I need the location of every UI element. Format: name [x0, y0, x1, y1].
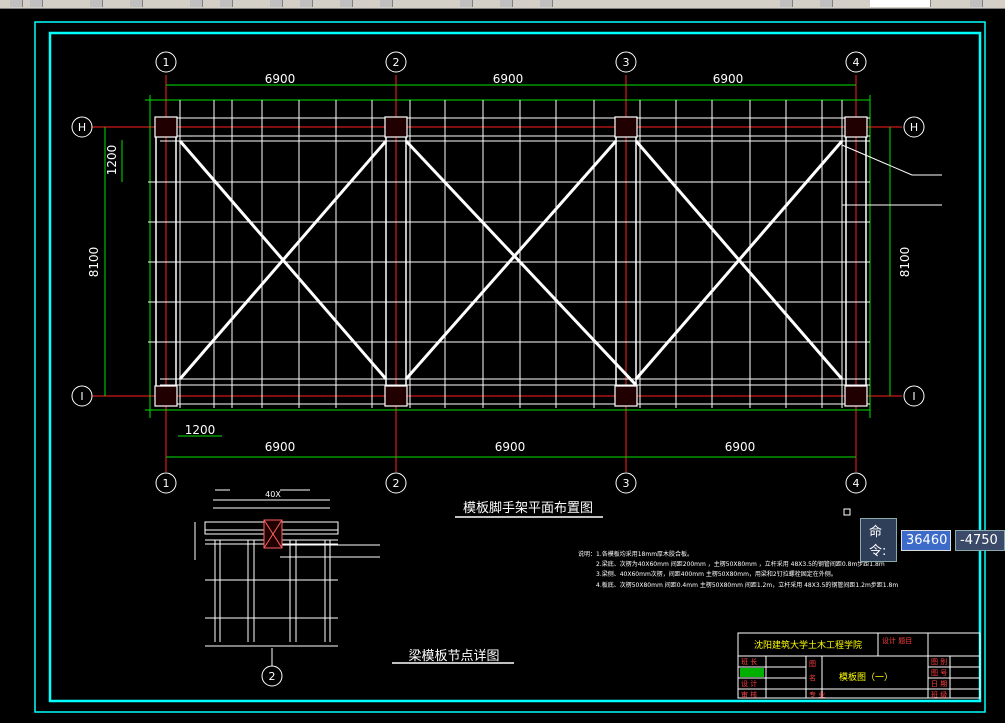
toolbar-button[interactable] — [780, 0, 793, 7]
tb-right-label: 图 号 — [931, 669, 947, 677]
toolbar-button[interactable] — [340, 0, 353, 7]
layer-dropdown[interactable] — [870, 0, 931, 7]
axis-label-bottom: 3 — [623, 477, 630, 490]
command-label: 命令: — [860, 518, 897, 562]
toolbar-button[interactable] — [300, 0, 313, 7]
dim-height-right: 8100 — [898, 247, 912, 278]
dim-height-left: 8100 — [87, 247, 101, 278]
axis-label-bottom: 1 — [163, 477, 170, 490]
note-line: 说明：1.各模板均采用18mm厚木胶合板。 — [578, 550, 693, 558]
coord-y-input[interactable]: -4750 — [955, 529, 1005, 551]
detail-drawing — [194, 489, 380, 666]
cursor-pickbox — [843, 508, 851, 516]
toolbar-button[interactable] — [30, 0, 43, 7]
dim-span-bottom: 6900 — [725, 440, 756, 454]
tb-mid-label: 图 — [809, 660, 816, 668]
leader-lines — [841, 144, 942, 206]
title-block-highlight — [740, 668, 764, 677]
dim-span-bottom: 6900 — [495, 440, 526, 454]
axis-label-side: H — [78, 121, 86, 134]
axis-label-side: H — [910, 121, 918, 134]
detail-title: 梁模板节点详图 — [408, 649, 499, 664]
tb-right-label: 日 期 — [931, 680, 947, 688]
axis-circles — [71, 51, 925, 687]
axis-label-side: I — [80, 390, 83, 403]
note-line: 2.梁底、次楞为40X60mm 间距200mm ，主楞50X80mm ，立杆采用… — [596, 560, 885, 568]
axis-label-top: 2 — [393, 56, 400, 69]
toolbar-button[interactable] — [500, 0, 513, 7]
toolbar-button[interactable] — [380, 0, 393, 7]
axis-label-top: 3 — [623, 56, 630, 69]
plan-title: 模板脚手架平面布置图 — [463, 500, 593, 516]
drawing-canvas[interactable]: 1 2 3 4 1 2 3 4 H H I I 2 6900 6900 6900… — [0, 8, 1005, 719]
coord-x-input[interactable]: 36460 — [901, 529, 951, 551]
axis-label-top: 4 — [853, 56, 860, 69]
toolbar-button[interactable] — [820, 0, 833, 7]
toolbar-button[interactable] — [970, 0, 983, 7]
dim-span-top: 6900 — [713, 72, 744, 86]
toolbar-button[interactable] — [460, 0, 473, 7]
toolbar-button[interactable] — [90, 0, 103, 7]
note-line: 4.板底、次楞50X80mm 间距0.4mm 主楞50X80mm 间距1.2m，… — [596, 581, 898, 589]
note-line: 3.梁侧、40X60mm次楞，间距400mm 主楞50X80mm，用梁和2钉拉螺… — [596, 570, 837, 578]
dynamic-input[interactable]: 命令: 36460 -4750 — [860, 518, 1005, 562]
toolbar-button[interactable] — [540, 0, 553, 7]
tb-right-label: 图 别 — [931, 657, 947, 666]
dim-span-top: 6900 — [493, 72, 524, 86]
detail-axis-label: 2 — [269, 670, 276, 683]
axis-label-bottom: 2 — [393, 477, 400, 490]
diagonal-bracing — [178, 139, 844, 387]
axis-label-top: 1 — [163, 56, 170, 69]
detail-dim-top: 40X — [265, 490, 281, 499]
dim-small-bottom: 1200 — [185, 423, 216, 437]
toolbar-button[interactable] — [190, 0, 203, 7]
toolbar-button[interactable] — [10, 0, 23, 7]
notes-block: 说明：1.各模板均采用18mm厚木胶合板。 2.梁底、次楞为40X60mm 间距… — [578, 550, 898, 589]
dim-span-bottom: 6900 — [265, 440, 296, 454]
axis-label-bottom: 4 — [853, 477, 860, 490]
design-label: 设计 题目 — [882, 636, 912, 645]
tb-right-label: 班 级 — [931, 690, 947, 699]
toolbar-button[interactable] — [220, 0, 233, 7]
tb-mid-label: 名 — [809, 673, 816, 682]
scaffold-grid — [148, 100, 870, 408]
axis-label-side: I — [912, 390, 915, 403]
dim-span-top: 6900 — [265, 72, 296, 86]
dim-small-left: 1200 — [105, 145, 119, 176]
toolbar-button[interactable] — [130, 0, 143, 7]
toolbar-button[interactable] — [270, 0, 283, 7]
tb-left-label: 班 长 — [741, 657, 757, 666]
tb-left-label: 设 计 — [741, 679, 757, 688]
tb-mid-label: 专 业 — [809, 690, 825, 699]
school-name: 沈阳建筑大学土木工程学院 — [754, 639, 862, 651]
drawing-name: 模板图（一） — [839, 671, 893, 683]
tb-left-label: 审 核 — [741, 690, 757, 699]
